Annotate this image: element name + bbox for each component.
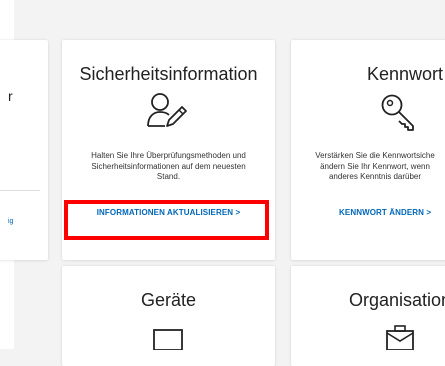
organizations-title: Organisatione: [348, 290, 445, 310]
person-edit-icon: [145, 92, 191, 130]
password-description: Verstärken Sie die Kennwortsiche ändern …: [315, 151, 435, 181]
left-card-title-fragment: r: [8, 88, 13, 104]
security-info-title: Sicherheitsinformation: [79, 64, 258, 84]
left-card-link-fragment[interactable]: ig: [8, 218, 13, 225]
change-password-link[interactable]: KENNWORT ÄNDERN >: [339, 208, 431, 217]
laptop-icon: [151, 328, 185, 351]
security-info-description: Halten Sie Ihre Überprüfungsmethoden und…: [91, 151, 246, 181]
briefcase-icon: [385, 324, 415, 351]
organizations-card: Organisatione: [291, 266, 445, 366]
devices-title: Geräte: [140, 290, 197, 310]
password-card: Kennwort Verstärken Sie die Kennwortsich…: [291, 40, 445, 260]
left-partial-card: r ig: [0, 40, 48, 260]
highlight-annotation-box: [64, 200, 269, 240]
page-header-area: [14, 0, 445, 32]
left-card-divider: [0, 190, 40, 191]
devices-card: Geräte: [62, 266, 275, 366]
password-title: Kennwort: [366, 64, 444, 84]
key-icon: [379, 92, 419, 132]
